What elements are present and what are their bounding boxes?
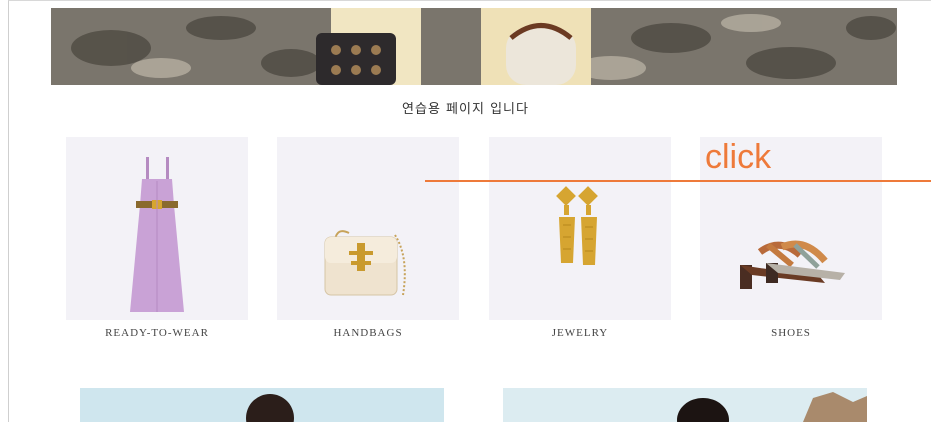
- click-annotation: click: [705, 138, 772, 176]
- category-label[interactable]: SHOES: [700, 327, 882, 339]
- category-label[interactable]: READY-TO-WEAR: [66, 327, 248, 339]
- promo-image-left[interactable]: [80, 388, 444, 422]
- category-label[interactable]: JEWELRY: [489, 327, 671, 339]
- dress-icon: [130, 157, 184, 312]
- earrings-icon: [556, 186, 598, 265]
- category-handbags[interactable]: [277, 137, 459, 320]
- promo-image-right[interactable]: [503, 388, 867, 422]
- category-jewelry[interactable]: [489, 137, 671, 320]
- category-label[interactable]: HANDBAGS: [277, 327, 459, 339]
- category-ready-to-wear[interactable]: [66, 137, 248, 320]
- hero-banner[interactable]: [51, 8, 897, 85]
- handbag-icon: [324, 230, 406, 296]
- click-annotation-line: [425, 180, 931, 182]
- page-subtitle: 연습용 페이지 입니다: [402, 102, 529, 117]
